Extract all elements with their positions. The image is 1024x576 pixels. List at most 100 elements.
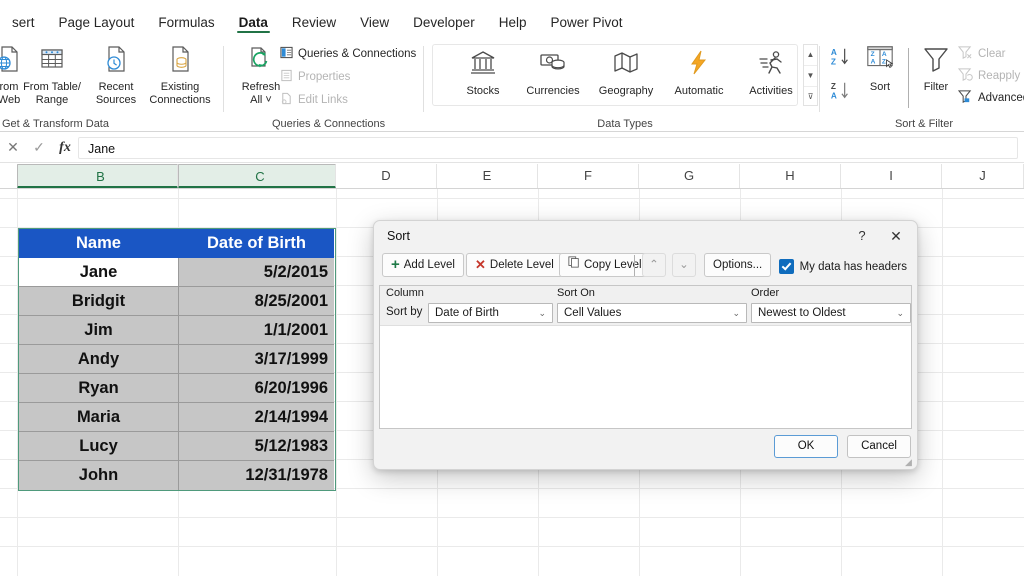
tab-insert[interactable]: sert: [0, 0, 47, 40]
column-header-b[interactable]: B: [17, 164, 178, 188]
cell-dob[interactable]: 1/1/2001: [179, 316, 334, 345]
column-header-row: B C D E F G H I J: [0, 164, 1024, 189]
column-header-i[interactable]: I: [841, 164, 942, 188]
ok-button[interactable]: OK: [774, 435, 838, 458]
table-row[interactable]: John 12/31/1978: [19, 461, 335, 490]
existing-connections-button[interactable]: Existing Connections: [138, 44, 222, 106]
table-row[interactable]: Bridgit 8/25/2001: [19, 287, 335, 316]
cell-dob[interactable]: 12/31/1978: [179, 461, 334, 490]
cell-name[interactable]: Lucy: [19, 432, 179, 461]
add-level-button[interactable]: + Add Level: [382, 253, 464, 277]
sort-ascending-button[interactable]: A Z: [830, 46, 852, 71]
properties-label: Properties: [298, 71, 350, 83]
ribbon-tab-strip: sert Page Layout Formulas Data Review Vi…: [0, 0, 1024, 40]
data-types-gallery-scroll[interactable]: ▲ ▼ ⊽: [803, 44, 818, 106]
tab-page-layout[interactable]: Page Layout: [47, 0, 147, 40]
cancel-button[interactable]: Cancel: [847, 435, 911, 458]
table-row[interactable]: Andy 3/17/1999: [19, 345, 335, 374]
move-level-up-button[interactable]: ⌃: [642, 253, 666, 277]
automatic-label: Automatic: [668, 85, 730, 98]
tab-data[interactable]: Data: [227, 0, 280, 40]
x-icon: ✕: [475, 259, 486, 271]
checkbox-checked-icon[interactable]: [779, 259, 794, 274]
stocks-button[interactable]: Stocks: [452, 48, 514, 98]
my-data-has-headers-checkbox[interactable]: My data has headers: [779, 259, 907, 274]
table-row[interactable]: Maria 2/14/1994: [19, 403, 335, 432]
column-header-g[interactable]: G: [639, 164, 740, 188]
gallery-scroll-down-icon[interactable]: ▼: [804, 66, 817, 87]
table-row[interactable]: Ryan 6/20/1996: [19, 374, 335, 403]
automatic-button[interactable]: Automatic: [668, 48, 730, 98]
cell-dob[interactable]: 6/20/1996: [179, 374, 334, 403]
svg-text:A: A: [831, 91, 837, 100]
filter-button[interactable]: Filter: [912, 44, 960, 94]
gallery-scroll-up-icon[interactable]: ▲: [804, 45, 817, 66]
column-header-h[interactable]: H: [740, 164, 841, 188]
tab-help[interactable]: Help: [487, 0, 539, 40]
filter-button-label: Filter: [912, 81, 960, 94]
cell-dob[interactable]: 8/25/2001: [179, 287, 334, 316]
copy-level-button[interactable]: Copy Level: [559, 253, 651, 277]
column-header-d[interactable]: D: [336, 164, 437, 188]
gallery-more-icon[interactable]: ⊽: [804, 87, 817, 107]
cell-name[interactable]: Jim: [19, 316, 179, 345]
group-label-sort-filter: Sort & Filter: [824, 118, 1024, 130]
edit-links-label: Edit Links: [298, 94, 348, 106]
properties-icon: [280, 69, 293, 85]
tab-power-pivot[interactable]: Power Pivot: [538, 0, 634, 40]
sort-on-select[interactable]: Cell Values ⌄: [557, 303, 747, 323]
column-header-c[interactable]: C: [178, 164, 336, 188]
svg-text:Z: Z: [882, 59, 886, 66]
advanced-filter-button[interactable]: Advanced: [958, 89, 1024, 107]
help-icon[interactable]: ?: [849, 225, 875, 247]
tab-view[interactable]: View: [348, 0, 401, 40]
formula-input[interactable]: Jane: [78, 137, 1018, 159]
table-header-name[interactable]: Name: [19, 229, 179, 258]
dialog-resize-handle[interactable]: ◢: [905, 458, 914, 467]
tab-developer[interactable]: Developer: [401, 0, 487, 40]
from-table-range-button[interactable]: From Table/ Range: [21, 44, 83, 106]
existing-connections-icon: [138, 44, 222, 78]
cancel-entry-icon[interactable]: ✕: [0, 139, 26, 156]
options-button[interactable]: Options...: [704, 253, 771, 277]
sort-descending-button[interactable]: Z A: [830, 80, 852, 105]
column-header-f[interactable]: F: [538, 164, 639, 188]
cell-dob[interactable]: 5/12/1983: [179, 432, 334, 461]
tab-review[interactable]: Review: [280, 0, 348, 40]
data-table: Name Date of Birth Jane 5/2/2015 Bridgit…: [18, 228, 336, 491]
edit-links-button: Edit Links: [280, 92, 348, 108]
sort-dialog-footer: OK Cancel ◢: [374, 429, 917, 469]
cell-name[interactable]: Ryan: [19, 374, 179, 403]
move-level-down-button[interactable]: ⌄: [672, 253, 696, 277]
cell-name[interactable]: John: [19, 461, 179, 490]
column-header-j[interactable]: J: [942, 164, 1024, 188]
delete-level-button[interactable]: ✕ Delete Level: [466, 253, 563, 277]
sort-icon: Z A A Z: [858, 44, 902, 78]
chevron-down-icon: ⌄: [732, 304, 740, 323]
confirm-entry-icon[interactable]: ✓: [26, 139, 52, 156]
cell-name[interactable]: Andy: [19, 345, 179, 374]
cell-dob[interactable]: 5/2/2015: [179, 258, 334, 287]
cell-dob[interactable]: 2/14/1994: [179, 403, 334, 432]
table-row[interactable]: Jane 5/2/2015: [19, 258, 335, 287]
sort-order-select[interactable]: Newest to Oldest ⌄: [751, 303, 911, 323]
table-header-date-of-birth[interactable]: Date of Birth: [179, 229, 334, 258]
cell-name[interactable]: Jane: [19, 258, 179, 287]
insert-function-icon[interactable]: fx: [52, 140, 78, 156]
cell-name[interactable]: Maria: [19, 403, 179, 432]
sort-button[interactable]: Z A A Z Sort: [858, 44, 902, 94]
cell-name[interactable]: Bridgit: [19, 287, 179, 316]
close-icon[interactable]: ✕: [883, 225, 909, 247]
sort-column-select[interactable]: Date of Birth ⌄: [428, 303, 553, 323]
table-row[interactable]: Jim 1/1/2001: [19, 316, 335, 345]
tab-formulas[interactable]: Formulas: [146, 0, 226, 40]
chevron-down-icon: ⌄: [538, 304, 546, 323]
column-header-e[interactable]: E: [437, 164, 538, 188]
ribbon-group-queries-connections: Refresh All ˅ Queries & Connections Prop…: [224, 40, 424, 132]
queries-connections-button[interactable]: Queries & Connections: [280, 46, 416, 62]
activities-button[interactable]: Activities: [740, 48, 802, 98]
cell-dob[interactable]: 3/17/1999: [179, 345, 334, 374]
table-row[interactable]: Lucy 5/12/1983: [19, 432, 335, 461]
currencies-button[interactable]: Currencies: [522, 48, 584, 98]
geography-button[interactable]: Geography: [595, 48, 657, 98]
